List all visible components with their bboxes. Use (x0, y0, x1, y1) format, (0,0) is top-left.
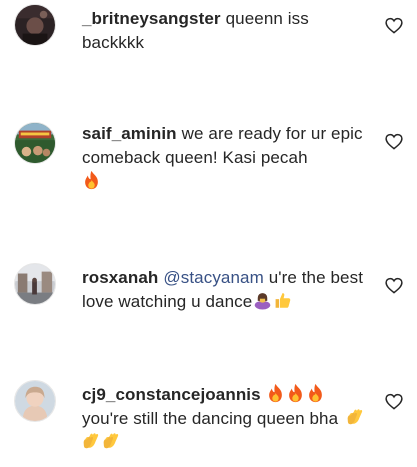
restaurant-sign-avatar-image (15, 123, 55, 163)
comment-body: cj9_constancejoannis you're still the da… (82, 383, 372, 455)
fire-emoji-icon (82, 170, 101, 190)
heart-icon[interactable] (385, 17, 403, 34)
comments-list: _britneysangster queenn iss backkkk saif_… (0, 0, 417, 467)
clapping-hands-emoji-icon (346, 407, 365, 427)
comment-text: you're still the dancing queen bha (82, 409, 339, 428)
avatar[interactable] (14, 263, 56, 305)
clapping-hands-emoji-icon (82, 431, 101, 451)
thumbs-up-emoji-icon (273, 290, 292, 310)
comment-body: rosxanah @stacyanam u're the best love wa… (82, 266, 372, 314)
heart-icon[interactable] (385, 277, 403, 294)
selfie-avatar-image (15, 381, 55, 421)
avatar[interactable] (14, 380, 56, 422)
comment-body: _britneysangster queenn iss backkkk (82, 7, 372, 55)
fire-emoji-icon (306, 383, 325, 403)
comment-mention[interactable]: @stacyanam (163, 268, 263, 287)
comment-username[interactable]: saif_aminin (82, 124, 177, 143)
city-street-avatar-image (15, 264, 55, 304)
comment-username[interactable]: rosxanah (82, 268, 158, 287)
heart-icon[interactable] (385, 133, 403, 150)
dark-photo-avatar-image (15, 5, 55, 45)
fire-emoji-icon (266, 383, 285, 403)
comment-username[interactable]: cj9_constancejoannis (82, 385, 261, 404)
comment-body: saif_aminin we are ready for ur epic come… (82, 122, 372, 194)
avatar[interactable] (14, 122, 56, 164)
avatar[interactable] (14, 4, 56, 46)
heart-icon[interactable] (385, 393, 403, 410)
woman-bowing-emoji-icon (253, 290, 272, 310)
comment-username[interactable]: _britneysangster (82, 9, 221, 28)
clapping-hands-emoji-icon (102, 431, 121, 451)
fire-emoji-icon (286, 383, 305, 403)
